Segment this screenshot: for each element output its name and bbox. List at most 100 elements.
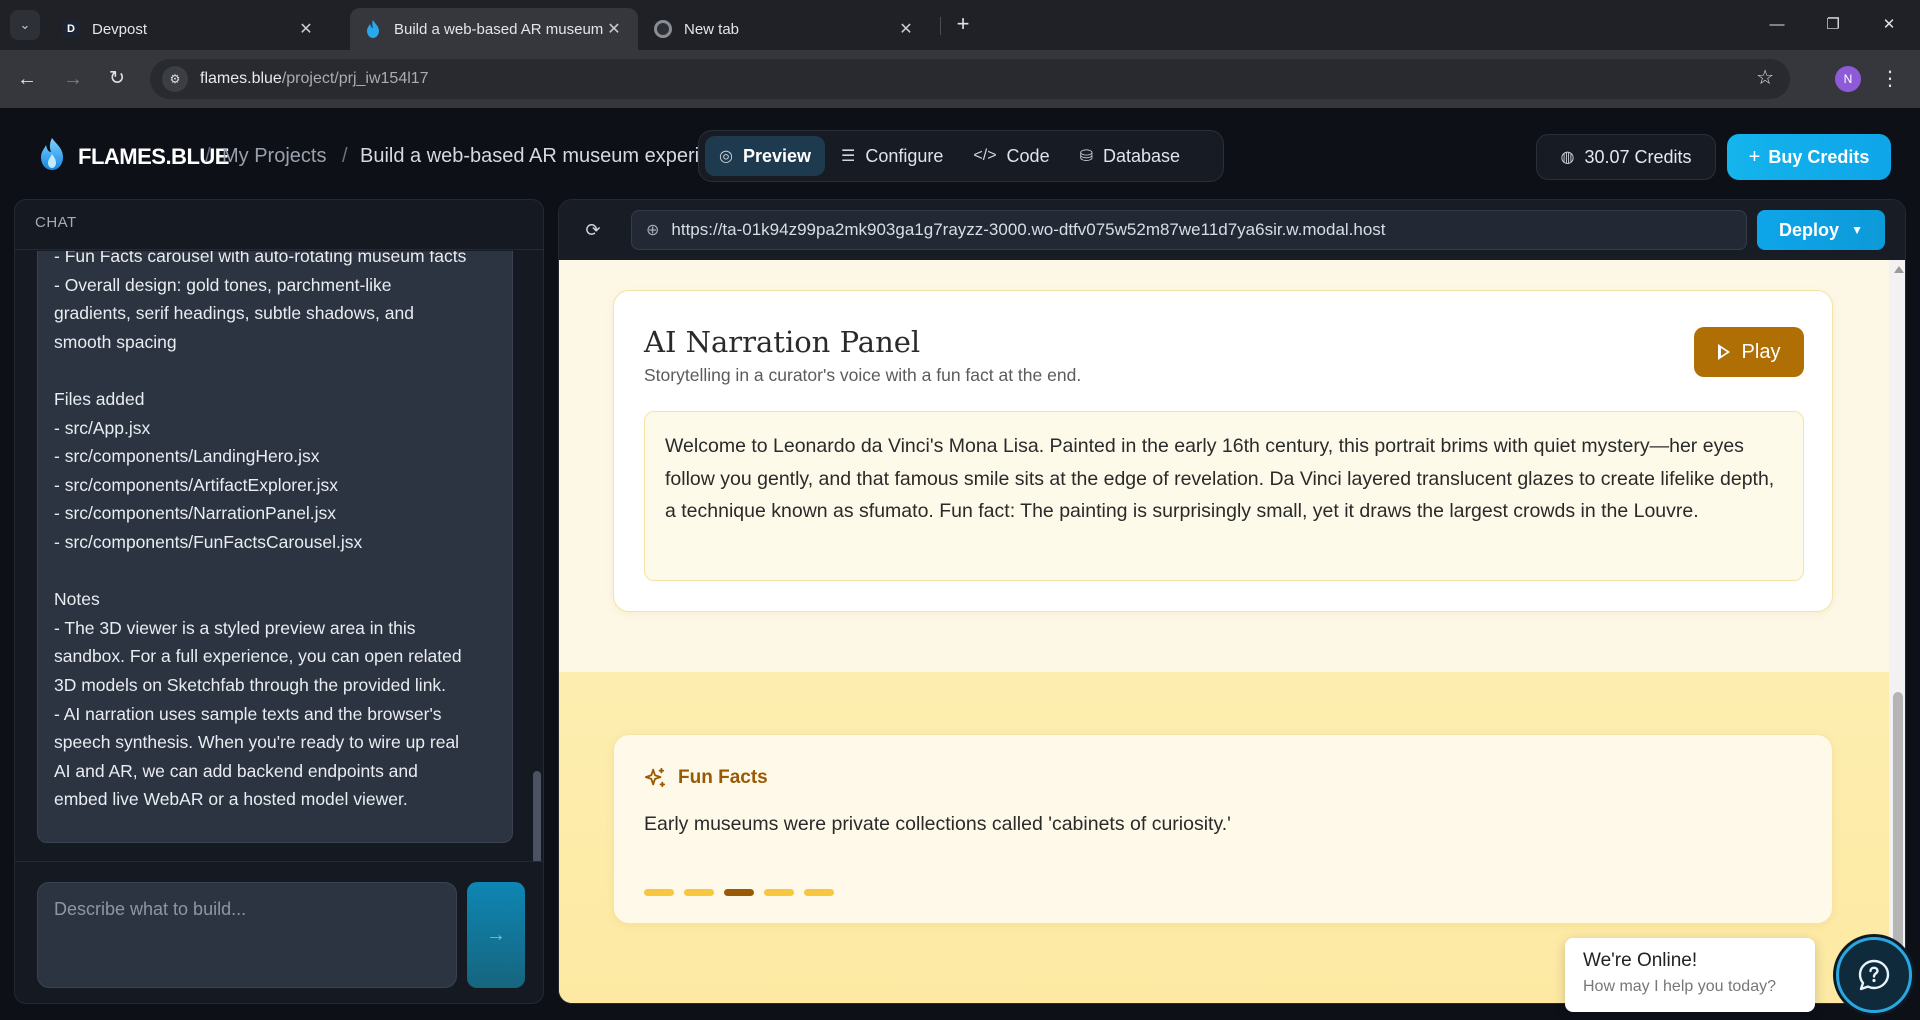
tab-ar-museum[interactable]: Build a web-based AR museum ✕ <box>350 8 638 50</box>
bookmark-star-icon[interactable]: ☆ <box>1756 65 1774 90</box>
browser-menu-icon[interactable]: ⋮ <box>1880 64 1900 94</box>
chat-composer: → <box>15 861 543 1003</box>
tab-divider <box>940 17 941 35</box>
back-button[interactable]: ← <box>12 64 42 94</box>
chat-scrollbar[interactable] <box>533 771 541 861</box>
breadcrumb-separator: / <box>342 145 348 167</box>
message-line: - src/components/ArtifactExplorer.jsx <box>54 474 338 495</box>
close-tab-icon[interactable]: ✕ <box>296 19 316 39</box>
carousel-dot[interactable] <box>804 889 834 896</box>
preview-toolbar: ⟳ ⊕ https://ta-01k94z99pa2mk903ga1g7rayz… <box>559 200 1905 260</box>
message-line: - AI narration uses sample texts and the… <box>54 703 442 724</box>
preview-panel: ⟳ ⊕ https://ta-01k94z99pa2mk903ga1g7rayz… <box>558 199 1906 1004</box>
message-line: - src/components/LandingHero.jsx <box>54 446 320 467</box>
assistant-message: - Fun Facts carousel with auto-rotating … <box>37 251 513 843</box>
tab-database[interactable]: ⛁ Database <box>1066 136 1194 176</box>
deploy-button[interactable]: Deploy ▼ <box>1757 210 1885 250</box>
tab-search-button[interactable]: ⌄ <box>10 10 40 40</box>
message-line: - Fun Facts carousel with auto-rotating … <box>54 251 467 266</box>
tab-code[interactable]: </> Code <box>959 136 1063 176</box>
carousel-dot[interactable] <box>684 889 714 896</box>
forward-button[interactable]: → <box>58 64 88 94</box>
breadcrumb-separator: / <box>205 145 211 167</box>
message-line: gradients, serif headings, subtle shadow… <box>54 303 414 324</box>
fun-facts-heading: Fun Facts <box>644 767 768 789</box>
chat-panel: CHAT - Fun Facts carousel with auto-rota… <box>14 199 544 1004</box>
profile-avatar[interactable]: N <box>1835 66 1861 92</box>
tab-title: Devpost <box>92 20 148 38</box>
carousel-dot[interactable] <box>724 889 754 896</box>
close-tab-icon[interactable]: ✕ <box>896 19 916 39</box>
chat-messages[interactable]: - Fun Facts carousel with auto-rotating … <box>15 251 543 861</box>
message-line: Files added <box>54 388 145 409</box>
help-chat-icon <box>1858 959 1890 991</box>
play-button[interactable]: Play <box>1694 327 1804 377</box>
flame-favicon-icon <box>364 20 382 38</box>
tab-title: Build a web-based AR museum <box>394 20 604 38</box>
chat-heading: CHAT <box>15 200 543 250</box>
message-line: AI and AR, we can add backend endpoints … <box>54 760 418 781</box>
tab-devpost[interactable]: D Devpost ✕ <box>48 8 330 50</box>
mode-switcher: ◎ Preview ☰ Configure </> Code ⛁ Databas… <box>698 130 1224 182</box>
chevron-down-icon: ▼ <box>1851 223 1863 237</box>
minimize-button[interactable]: — <box>1760 10 1794 40</box>
narration-title: AI Narration Panel <box>644 325 921 359</box>
address-bar[interactable]: ⚙ flames.blue/project/prj_iw154l17 ☆ <box>150 59 1790 99</box>
app-root: FLAMES.BLUE / My Projects / Build a web-… <box>0 108 1920 1020</box>
credits-button[interactable]: ◍ 30.07 Credits <box>1536 134 1716 180</box>
new-tab-button[interactable]: + <box>950 12 976 38</box>
message-line: smooth spacing <box>54 331 177 352</box>
close-window-button[interactable]: ✕ <box>1872 10 1906 40</box>
message-line: embed live WebAR or a hosted model viewe… <box>54 789 408 810</box>
reload-button[interactable]: ↻ <box>102 64 132 94</box>
message-line: 3D models on Sketchfab through the provi… <box>54 674 447 695</box>
restore-button[interactable]: ❐ <box>1816 10 1850 40</box>
devpost-favicon-icon: D <box>62 20 80 38</box>
database-icon: ⛁ <box>1079 148 1093 165</box>
preview-scroll-thumb[interactable] <box>1893 692 1903 982</box>
chrome-icon <box>654 20 672 38</box>
browser-tabbar: ⌄ D Devpost ✕ Build a web-based AR museu… <box>0 0 1920 50</box>
preview-site: AI Narration Panel Storytelling in a cur… <box>559 260 1889 1003</box>
breadcrumb-current-project: Build a web-based AR museum experience <box>360 145 700 167</box>
carousel-dot[interactable] <box>764 889 794 896</box>
fun-facts-card: Fun Facts Early museums were private col… <box>613 734 1833 924</box>
tab-title: New tab <box>684 20 740 38</box>
narration-panel-card: AI Narration Panel Storytelling in a cur… <box>613 290 1833 612</box>
tab-preview[interactable]: ◎ Preview <box>705 136 826 176</box>
flame-logo-icon <box>41 138 63 170</box>
support-title: We're Online! <box>1583 950 1698 971</box>
message-line: - Overall design: gold tones, parchment-… <box>54 274 392 295</box>
message-line: speech synthesis. When you're ready to w… <box>54 732 460 753</box>
site-settings-icon[interactable]: ⚙ <box>162 66 188 92</box>
send-button[interactable]: → <box>467 882 525 988</box>
tab-configure[interactable]: ☰ Configure <box>827 136 957 176</box>
app-header: FLAMES.BLUE / My Projects / Build a web-… <box>0 108 1920 198</box>
carousel-dot[interactable] <box>644 889 674 896</box>
narration-text: Welcome to Leonardo da Vinci's Mona Lisa… <box>644 411 1804 581</box>
code-icon: </> <box>973 147 997 164</box>
close-tab-icon[interactable]: ✕ <box>604 19 624 39</box>
tab-new-tab[interactable]: New tab ✕ <box>640 8 930 50</box>
preview-url-field[interactable]: ⊕ https://ta-01k94z99pa2mk903ga1g7rayzz-… <box>631 210 1747 250</box>
scroll-up-arrow-icon[interactable] <box>1894 266 1904 273</box>
plus-icon: + <box>1748 145 1761 168</box>
chat-prompt-input[interactable] <box>37 882 457 988</box>
fun-fact-text: Early museums were private collections c… <box>644 813 1231 835</box>
browser-toolbar: ← → ↻ ⚙ flames.blue/project/prj_iw154l17… <box>0 50 1920 108</box>
globe-icon: ⊕ <box>646 222 660 239</box>
support-subtitle: How may I help you today? <box>1583 978 1776 995</box>
support-chat-bubble[interactable]: We're Online! How may I help you today? <box>1565 938 1815 1012</box>
support-chat-button[interactable] <box>1836 937 1912 1013</box>
address-url: flames.blue/project/prj_iw154l17 <box>200 70 429 87</box>
message-gap <box>54 356 496 385</box>
play-icon <box>1717 344 1730 360</box>
breadcrumb-my-projects[interactable]: My Projects <box>222 145 326 168</box>
refresh-preview-icon[interactable]: ⟳ <box>579 216 607 244</box>
carousel-dots <box>644 889 844 896</box>
coins-icon: ◍ <box>1560 149 1575 166</box>
buy-credits-button[interactable]: + Buy Credits <box>1727 134 1891 180</box>
message-line: - The 3D viewer is a styled preview area… <box>54 617 416 638</box>
sliders-icon: ☰ <box>841 148 856 165</box>
compass-icon: ◎ <box>719 148 733 165</box>
